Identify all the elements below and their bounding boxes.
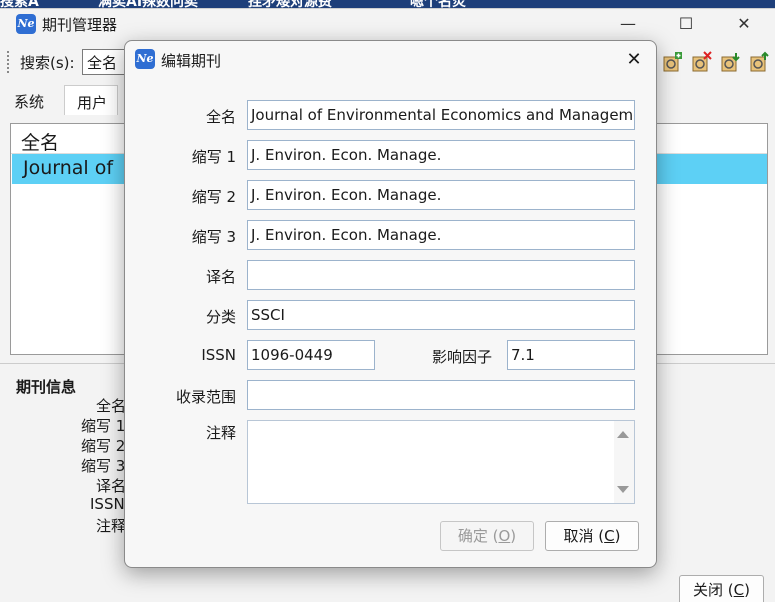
full-name-input[interactable]: Journal of Environmental Economics and M…: [247, 100, 635, 130]
abbr1-label: 缩写 1: [191, 148, 236, 166]
impact-factor-input[interactable]: 7.1: [507, 340, 635, 370]
info-panel-title: 期刊信息: [16, 378, 77, 396]
background-app-strip: 搜索A 满卖AI辣数问卖 挂矛矮对源费 嗯个名炎: [0, 0, 775, 8]
edit-journal-dialog: Ne 编辑期刊 ✕ 全名 Journal of Environmental Ec…: [124, 40, 657, 568]
info-label-issn: ISSN: [90, 495, 125, 513]
info-label-abbr2: 缩写 2: [81, 437, 126, 455]
abbr2-label: 缩写 2: [191, 188, 236, 206]
info-label-full-name: 全名: [96, 397, 127, 415]
button-label: 取消 (: [563, 527, 605, 545]
abbr1-input[interactable]: J. Environ. Econ. Manage.: [247, 140, 635, 170]
coverage-label: 收录范围: [175, 388, 236, 406]
close-window-button[interactable]: ✕: [721, 9, 767, 41]
background-text: 嗯个名炎: [410, 0, 466, 8]
main-window-title: 期刊管理器: [42, 16, 118, 34]
button-label: 确定 (: [457, 527, 499, 545]
cancel-button[interactable]: 取消 (C): [545, 521, 639, 551]
minimize-button[interactable]: —: [605, 9, 651, 41]
button-label-suffix: ): [614, 527, 621, 545]
abbr2-input[interactable]: J. Environ. Econ. Manage.: [247, 180, 635, 210]
scroll-up-arrow-icon[interactable]: [617, 431, 629, 438]
background-text: 搜索A: [0, 0, 39, 8]
toolbar-grip[interactable]: [7, 51, 10, 73]
app-logo-icon: Ne: [135, 49, 155, 69]
notes-textarea[interactable]: [247, 420, 635, 504]
issn-label: ISSN: [201, 346, 236, 364]
search-field-select[interactable]: 全名: [82, 49, 126, 75]
delete-journal-icon[interactable]: [690, 51, 712, 73]
issn-input[interactable]: 1096-0449: [247, 340, 375, 370]
export-journal-icon[interactable]: [748, 51, 770, 73]
maximize-button[interactable]: ☐: [663, 9, 709, 41]
background-text: 满卖AI辣数问卖: [98, 0, 199, 8]
notes-scrollbar[interactable]: [614, 421, 634, 503]
scroll-down-arrow-icon[interactable]: [617, 486, 629, 493]
translated-name-label: 译名: [205, 268, 236, 286]
button-label-suffix: ): [744, 581, 750, 599]
app-logo-icon: Ne: [16, 14, 36, 34]
impact-factor-label: 影响因子: [432, 348, 493, 366]
button-hotkey: O: [498, 527, 511, 545]
tab-system[interactable]: 系统: [2, 85, 54, 115]
search-label: 搜索(s):: [20, 54, 75, 72]
main-title-bar: Ne 期刊管理器 — ☐ ✕: [0, 9, 775, 41]
abbr3-label: 缩写 3: [191, 228, 236, 246]
notes-label: 注释: [205, 424, 236, 442]
close-manager-button[interactable]: 关闭 (C): [679, 575, 764, 602]
dialog-close-button[interactable]: ✕: [618, 45, 650, 75]
ok-button[interactable]: 确定 (O): [440, 521, 534, 551]
abbr3-input[interactable]: J. Environ. Econ. Manage.: [247, 220, 635, 250]
button-label: 关闭 (: [693, 581, 734, 599]
button-hotkey: C: [604, 527, 615, 545]
info-label-abbr1: 缩写 1: [81, 417, 126, 435]
dialog-title-bar[interactable]: Ne 编辑期刊 ✕: [125, 41, 656, 79]
info-label-notes: 注释: [96, 517, 127, 535]
button-hotkey: C: [733, 581, 745, 599]
button-label-suffix: ): [510, 527, 517, 545]
tab-user[interactable]: 用户: [64, 85, 119, 115]
info-label-translated: 译名: [96, 477, 127, 495]
translated-name-input[interactable]: [247, 260, 635, 290]
full-name-label: 全名: [205, 108, 236, 126]
category-input[interactable]: SSCI: [247, 300, 635, 330]
coverage-input[interactable]: [247, 380, 635, 410]
background-text: 挂矛矮对源费: [248, 0, 332, 8]
import-journal-icon[interactable]: [719, 51, 741, 73]
add-journal-icon[interactable]: [661, 51, 683, 73]
dialog-title: 编辑期刊: [161, 52, 222, 70]
info-label-abbr3: 缩写 3: [81, 457, 126, 475]
category-label: 分类: [205, 308, 236, 326]
